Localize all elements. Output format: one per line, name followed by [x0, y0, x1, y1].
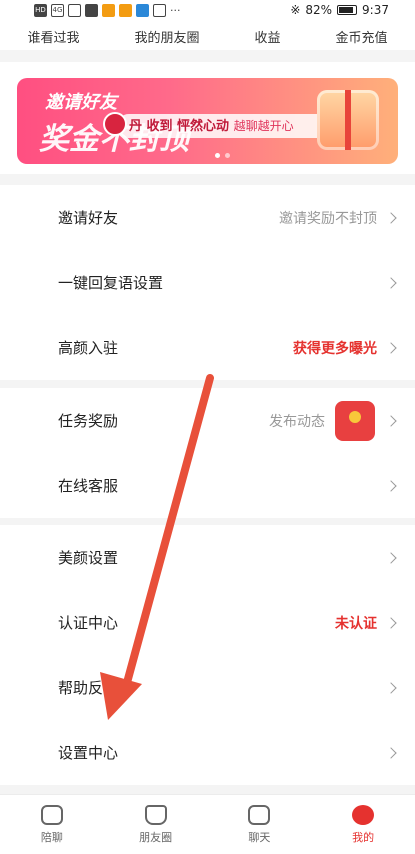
gift-box-icon	[317, 90, 379, 150]
red-packet-icon	[335, 400, 375, 441]
menu-help-feedback[interactable]: 帮助反馈	[0, 655, 415, 720]
app-notification-icon	[153, 4, 166, 17]
wifi-icon	[68, 4, 81, 17]
menu-label: 邀请好友	[58, 209, 119, 227]
tab-companion-chat[interactable]: 陪聊	[0, 795, 104, 854]
battery-percent: 82%	[305, 3, 333, 17]
carousel-dots	[215, 153, 230, 158]
status-bar: HD 4G ··· ※ 82% 9:37	[0, 0, 415, 22]
menu-value: 发布动态	[269, 413, 325, 430]
app-notification-icon	[102, 4, 115, 17]
menu-beauty-settings[interactable]: 美颜设置	[0, 525, 415, 590]
chevron-right-icon	[385, 681, 397, 694]
chevron-right-icon	[385, 276, 397, 289]
tab-label: 朋友圈	[139, 830, 173, 844]
profile-icon	[352, 804, 375, 825]
menu-label: 高颜入驻	[58, 339, 119, 357]
menu-value: 获得更多曝光	[293, 340, 377, 357]
lips-icon	[103, 112, 127, 136]
chat-bubble-icon	[40, 804, 63, 825]
menu-online-support[interactable]: 在线客服	[0, 453, 415, 518]
hd-icon: HD	[34, 4, 47, 17]
menu-section-3: 美颜设置 认证中心 未认证 帮助反馈 设置中心	[0, 525, 415, 785]
menu-label: 设置中心	[58, 744, 119, 762]
menu-settings-center[interactable]: 设置中心	[0, 720, 415, 785]
app-notification-icon	[119, 4, 132, 17]
app-notification-icon	[136, 4, 149, 17]
status-right: ※ 82% 9:37	[290, 3, 389, 17]
tab-chat[interactable]: 聊天	[208, 795, 312, 854]
menu-beauty-join[interactable]: 高颜入驻 获得更多曝光	[0, 315, 415, 380]
chevron-right-icon	[385, 551, 397, 564]
banner-notice-main: 丹 收到 怦然心动	[129, 119, 230, 134]
menu-label: 美颜设置	[58, 549, 119, 567]
nav-earnings[interactable]: 收益	[254, 27, 280, 46]
star-icon	[144, 804, 167, 825]
menu-task-rewards[interactable]: 任务奖励 发布动态	[0, 388, 415, 453]
menu-label: 帮助反馈	[58, 679, 119, 697]
more-notifications-icon: ···	[170, 4, 181, 17]
clock: 9:37	[362, 3, 389, 17]
message-icon	[248, 804, 271, 825]
menu-value: 未认证	[335, 615, 377, 632]
chevron-right-icon	[385, 341, 397, 354]
battery-icon	[337, 5, 358, 15]
banner-title: 邀请好友	[45, 92, 117, 113]
chevron-right-icon	[385, 746, 397, 759]
menu-section-2: 任务奖励 发布动态 在线客服	[0, 388, 415, 518]
nav-coin-recharge[interactable]: 金币充值	[335, 27, 387, 46]
status-icons: HD 4G ···	[34, 4, 181, 17]
chevron-right-icon	[385, 479, 397, 492]
banner-notice: 丹 收到 怦然心动 越聊越开心	[117, 114, 337, 138]
shield-icon	[85, 4, 98, 17]
tab-mine[interactable]: 我的	[311, 795, 415, 854]
banner-section: 邀请好友 奖金不封顶 丹 收到 怦然心动 越聊越开心	[0, 62, 415, 174]
menu-label: 在线客服	[58, 477, 119, 495]
menu-section-1: 邀请好友 邀请奖励不封顶 一键回复语设置 高颜入驻 获得更多曝光	[0, 185, 415, 380]
menu-label: 认证中心	[58, 614, 119, 632]
tab-moments[interactable]: 朋友圈	[104, 795, 208, 854]
carousel-dot	[225, 153, 230, 158]
tab-label: 陪聊	[40, 830, 63, 844]
menu-verification-center[interactable]: 认证中心 未认证	[0, 590, 415, 655]
tab-label: 聊天	[248, 830, 271, 844]
nav-my-moments[interactable]: 我的朋友圈	[134, 27, 199, 46]
menu-label: 一键回复语设置	[58, 274, 164, 292]
invite-banner[interactable]: 邀请好友 奖金不封顶 丹 收到 怦然心动 越聊越开心	[17, 78, 398, 164]
bottom-tab-bar: 陪聊 朋友圈 聊天 我的	[0, 794, 415, 854]
menu-label: 任务奖励	[58, 412, 119, 430]
chevron-right-icon	[385, 211, 397, 224]
nav-who-viewed-me[interactable]: 谁看过我	[27, 27, 79, 46]
top-nav: 谁看过我 我的朋友圈 收益 金币充值	[0, 22, 415, 50]
menu-quick-reply-settings[interactable]: 一键回复语设置	[0, 250, 415, 315]
bluetooth-icon: ※	[290, 3, 301, 17]
chevron-right-icon	[385, 616, 397, 629]
chevron-right-icon	[385, 414, 397, 427]
carousel-dot	[215, 153, 220, 158]
tab-label: 我的	[352, 830, 375, 844]
banner-notice-sub: 越聊越开心	[233, 119, 294, 133]
menu-value: 邀请奖励不封顶	[279, 210, 377, 227]
menu-invite-friends[interactable]: 邀请好友 邀请奖励不封顶	[0, 185, 415, 250]
signal-icon: 4G	[51, 4, 64, 17]
